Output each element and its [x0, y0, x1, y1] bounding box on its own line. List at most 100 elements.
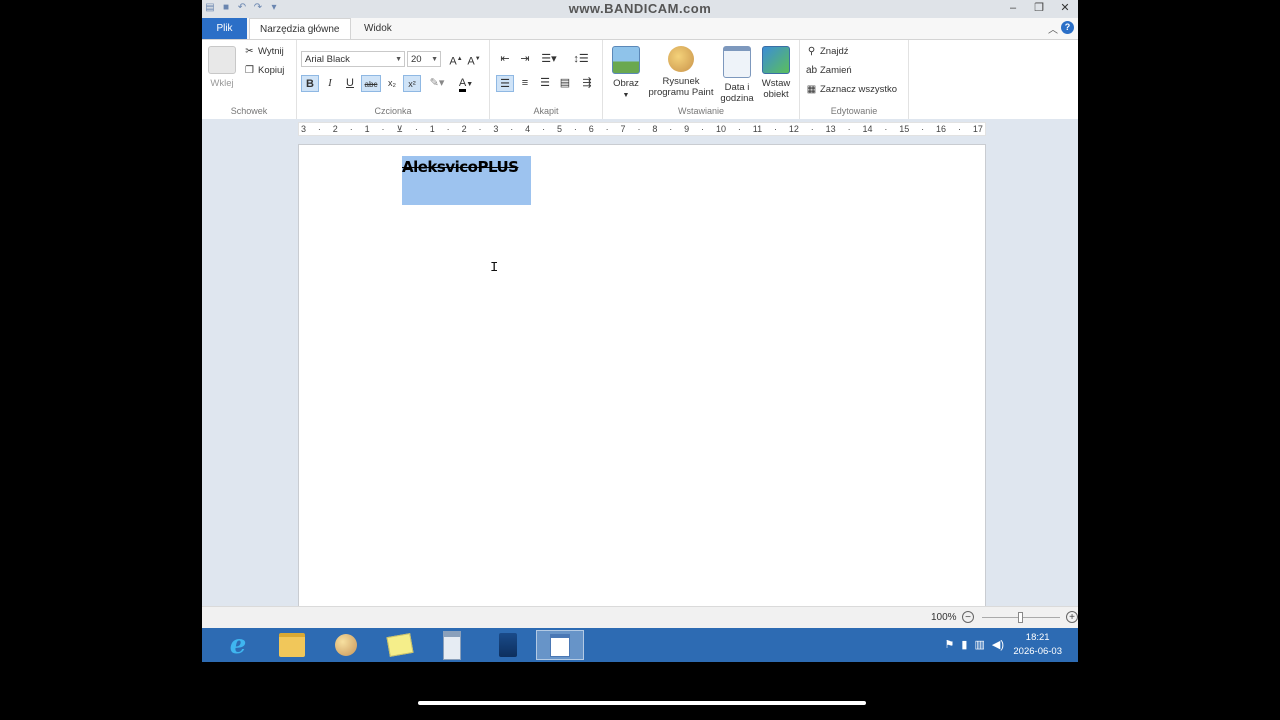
paint-drawing-button[interactable]: Rysunek programu Paint [645, 46, 717, 98]
taskbar-internet-explorer[interactable]: e [214, 630, 262, 660]
document-text[interactable]: AleksvicoPLUS [402, 158, 519, 176]
paint-palette-icon [335, 634, 357, 656]
ruler-tick: 5 [556, 124, 562, 134]
justify-button[interactable]: ▤ [556, 75, 574, 92]
internet-explorer-icon: e [229, 630, 247, 660]
zoom-out-button[interactable]: − [962, 611, 974, 623]
help-icon[interactable]: ? [1061, 21, 1074, 34]
picture-button[interactable]: Obraz ▼ [607, 46, 645, 101]
chevron-down-icon: ▼ [395, 56, 402, 63]
clipboard-group-label: Schowek [230, 106, 268, 116]
align-right-button[interactable]: ☰ [536, 75, 554, 92]
action-center-flag-icon[interactable]: ⚑ [945, 638, 955, 651]
bold-button[interactable]: B [301, 75, 319, 92]
font-family-select[interactable]: Arial Black ▼ [301, 51, 405, 67]
cut-label: Wytnij [258, 46, 284, 57]
replace-button[interactable]: ab Zamień [806, 65, 852, 76]
binoculars-icon: ⚲ [807, 46, 816, 57]
taskbar-wordpad[interactable] [536, 630, 584, 660]
paint-label-2: programu Paint [648, 87, 714, 98]
battery-icon[interactable]: ▮ [961, 638, 967, 651]
tab-view[interactable]: Widok [354, 18, 402, 39]
clock[interactable]: 18:21 2026-06-03 [1013, 631, 1062, 659]
title-bar: ▤ ■ ↶ ↷ ▾ www.BANDICAM.com ‒ ❐ ✕ [202, 0, 1078, 19]
align-center-icon: ≡ [521, 77, 529, 89]
align-center-button[interactable]: ≡ [516, 75, 534, 92]
decrease-indent-icon: ⇤ [500, 53, 510, 65]
restore-button[interactable]: ❐ [1026, 0, 1052, 16]
cut-button[interactable]: ✂ Wytnij [244, 46, 284, 57]
editing-group: ⚲ Znajdź ab Zamień ▦ Zaznacz wszystko Ed… [800, 40, 909, 119]
find-label: Znajdź [820, 46, 849, 57]
object-label-2: obiekt [763, 89, 789, 100]
decrease-indent-button[interactable]: ⇤ [496, 51, 514, 68]
paragraph-icon: ⇶ [582, 77, 592, 89]
date-time-button[interactable]: Data i godzina [717, 46, 757, 104]
ruler-tick: · [884, 124, 888, 134]
tab-file[interactable]: Plik [202, 18, 247, 39]
insert-object-button[interactable]: Wstaw obiekt [757, 46, 795, 100]
find-button[interactable]: ⚲ Znajdź [806, 46, 849, 57]
volume-icon[interactable]: ◀) [992, 638, 1004, 651]
ruler-tick: 7 [620, 124, 626, 134]
line-spacing-button[interactable]: ↕☰ [568, 51, 594, 68]
shrink-font-button[interactable]: A▼ [465, 51, 483, 68]
paste-button[interactable]: Wklej [206, 46, 238, 89]
network-icon[interactable]: ▥ [974, 638, 984, 651]
align-right-icon: ☰ [540, 77, 550, 89]
ruler-tick: ⊻ [396, 123, 403, 134]
taskbar-file-explorer[interactable] [268, 630, 316, 660]
clipboard-group: Wklej ✂ Wytnij ❐ Kopiuj Schowek [202, 40, 297, 119]
ruler-tick: · [414, 124, 418, 134]
close-button[interactable]: ✕ [1052, 0, 1078, 16]
underline-button[interactable]: U [341, 75, 359, 92]
font-group: Arial Black ▼ 20 ▼ A▲ A▼ B I U abc x₂ x²… [297, 40, 490, 119]
font-color-button[interactable]: A▼ [453, 75, 479, 92]
font-family-value: Arial Black [305, 54, 350, 65]
copy-button[interactable]: ❐ Kopiuj [244, 65, 284, 76]
increase-indent-button[interactable]: ⇥ [516, 51, 534, 68]
text-selection[interactable]: AleksvicoPLUS [402, 156, 531, 205]
font-group-label: Czcionka [374, 106, 412, 116]
highlight-color-button[interactable]: ✎▾ [425, 75, 449, 92]
strikethrough-button[interactable]: abc [361, 75, 381, 92]
font-size-select[interactable]: 20 ▼ [407, 51, 441, 67]
ruler-tick: · [381, 124, 385, 134]
ruler-tick: 4 [525, 124, 531, 134]
collapse-ribbon-icon[interactable]: ︿ [1048, 21, 1058, 36]
ruler-tick: 12 [788, 124, 799, 134]
tab-home[interactable]: Narzędzia główne [249, 18, 351, 39]
zoom-slider-thumb[interactable] [1018, 612, 1023, 623]
ruler-tick: · [847, 124, 851, 134]
horizontal-ruler[interactable]: 3 · 2 · 1 · ⊻ · 1 · 2 · 3 · 4 · 5 · 6 · 7 · 8 · 9 · 10 · 11 · 12 · 13 · 14… [298, 122, 986, 136]
ruler-tick: · [510, 124, 514, 134]
taskbar-calculator[interactable] [428, 630, 476, 660]
select-all-button[interactable]: ▦ Zaznacz wszystko [806, 84, 897, 95]
select-all-label: Zaznacz wszystko [820, 84, 898, 95]
paragraph-group-label: Akapit [533, 106, 559, 116]
clock-time: 18:21 [1025, 632, 1050, 643]
minimize-button[interactable]: ‒ [1000, 0, 1026, 16]
ruler-tick: 11 [752, 124, 763, 134]
italic-button[interactable]: I [321, 75, 339, 92]
paint-palette-icon [668, 46, 694, 72]
taskbar-media-center[interactable] [484, 630, 532, 660]
superscript-button[interactable]: x² [403, 75, 421, 92]
sticky-notes-icon [386, 633, 414, 657]
bullet-list-icon: ☰▾ [541, 53, 557, 65]
subscript-button[interactable]: x₂ [383, 75, 401, 92]
grow-font-button[interactable]: A▲ [447, 51, 465, 68]
paragraph-settings-button[interactable]: ⇶ [578, 75, 596, 92]
taskbar-sticky-notes[interactable] [376, 630, 424, 660]
select-all-icon: ▦ [806, 84, 817, 95]
align-left-button[interactable]: ☰ [496, 75, 514, 92]
ruler-tick: · [701, 124, 705, 134]
taskbar: e ⚑ ▮ ▥ ◀) 18:21 2026-06-03 [202, 628, 1078, 662]
ruler-tick: 9 [684, 124, 690, 134]
document-page[interactable]: AleksvicoPLUS I [298, 144, 986, 608]
zoom-in-button[interactable]: + [1066, 611, 1078, 623]
clock-date: 2026-06-03 [1013, 646, 1062, 657]
ruler-tick: 13 [825, 124, 836, 134]
bullets-button[interactable]: ☰▾ [536, 51, 562, 68]
taskbar-paint[interactable] [322, 630, 370, 660]
